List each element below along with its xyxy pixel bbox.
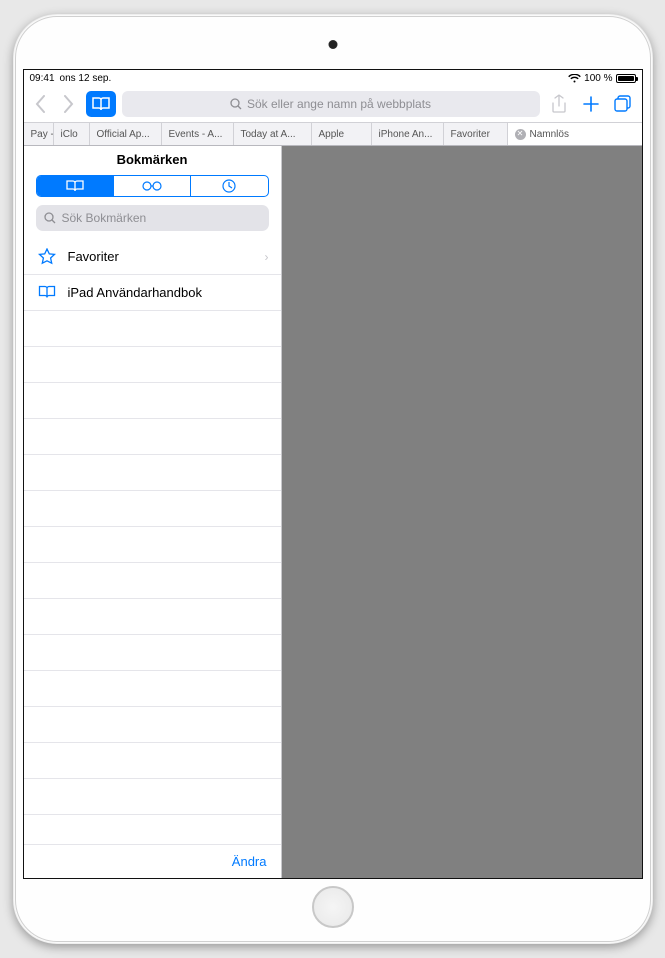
share-button[interactable] xyxy=(546,90,572,118)
tabs-overview-button[interactable] xyxy=(610,90,636,118)
bookmark-item-userguide[interactable]: iPad Användarhandbok xyxy=(24,275,281,311)
list-item xyxy=(24,311,281,347)
book-icon xyxy=(65,179,85,193)
camera xyxy=(328,40,337,49)
page-content xyxy=(282,146,642,878)
home-button[interactable] xyxy=(312,886,354,928)
ipad-frame: 09:41 ons 12 sep. 100 % xyxy=(13,14,653,944)
segment-bookmarks[interactable] xyxy=(37,176,114,196)
back-button[interactable] xyxy=(30,90,52,118)
bookmark-list: Favoriter › iPad Användarhandbok xyxy=(24,239,281,844)
list-item xyxy=(24,563,281,599)
screen: 09:41 ons 12 sep. 100 % xyxy=(23,69,643,879)
sidebar-title: Bokmärken xyxy=(24,146,281,175)
status-date: ons 12 sep. xyxy=(60,73,112,84)
browser-toolbar: Sök eller ange namn på webbplats xyxy=(24,86,642,122)
address-placeholder: Sök eller ange namn på webbplats xyxy=(247,97,431,111)
tab[interactable]: Official Ap... xyxy=(90,123,162,145)
list-item xyxy=(24,671,281,707)
list-item xyxy=(24,455,281,491)
tab[interactable]: Favoriter xyxy=(444,123,508,145)
list-item xyxy=(24,743,281,779)
bookmark-label: Favoriter xyxy=(68,249,119,264)
active-tab[interactable]: ✕ Namnlös xyxy=(508,123,642,145)
clock-icon xyxy=(222,179,236,193)
tab[interactable]: Events - A... xyxy=(162,123,234,145)
bookmark-item-favorites[interactable]: Favoriter › xyxy=(24,239,281,275)
address-bar[interactable]: Sök eller ange namn på webbplats xyxy=(122,91,540,117)
list-item xyxy=(24,599,281,635)
status-time: 09:41 xyxy=(30,73,55,84)
bookmark-label: iPad Användarhandbok xyxy=(68,285,202,300)
tab[interactable]: Pay - xyxy=(24,123,54,145)
status-bar: 09:41 ons 12 sep. 100 % xyxy=(24,70,642,86)
tab[interactable]: iClo xyxy=(54,123,90,145)
sidebar-footer: Ändra xyxy=(24,844,281,878)
glasses-icon xyxy=(141,180,163,192)
book-icon xyxy=(38,285,56,300)
bookmark-search-placeholder: Sök Bokmärken xyxy=(62,211,147,225)
wifi-icon xyxy=(568,74,581,83)
tab[interactable]: Today at A... xyxy=(234,123,312,145)
tab[interactable]: Apple xyxy=(312,123,372,145)
edit-button[interactable]: Ändra xyxy=(232,854,267,869)
bookmarks-sidebar: Bokmärken Sök Bokmärken xyxy=(24,146,282,878)
list-item xyxy=(24,779,281,815)
segment-reading-list[interactable] xyxy=(114,176,191,196)
bookmark-search-input[interactable]: Sök Bokmärken xyxy=(36,205,269,231)
star-icon xyxy=(38,248,56,266)
search-icon xyxy=(44,212,56,224)
list-item xyxy=(24,491,281,527)
list-item xyxy=(24,347,281,383)
list-item xyxy=(24,635,281,671)
tab-strip: Pay - iClo Official Ap... Events - A... … xyxy=(24,122,642,146)
chevron-right-icon: › xyxy=(265,250,269,264)
tab[interactable]: iPhone An... xyxy=(372,123,444,145)
list-item xyxy=(24,383,281,419)
battery-icon xyxy=(616,74,636,83)
battery-percent: 100 % xyxy=(584,73,612,84)
forward-button[interactable] xyxy=(58,90,80,118)
close-tab-icon[interactable]: ✕ xyxy=(515,129,526,140)
segment-history[interactable] xyxy=(191,176,267,196)
new-tab-button[interactable] xyxy=(578,90,604,118)
main-split: Bokmärken Sök Bokmärken xyxy=(24,146,642,878)
sidebar-segmented-control xyxy=(36,175,269,197)
list-item xyxy=(24,527,281,563)
list-item xyxy=(24,707,281,743)
list-item xyxy=(24,419,281,455)
bookmarks-toggle[interactable] xyxy=(86,91,116,117)
search-icon xyxy=(230,98,242,110)
